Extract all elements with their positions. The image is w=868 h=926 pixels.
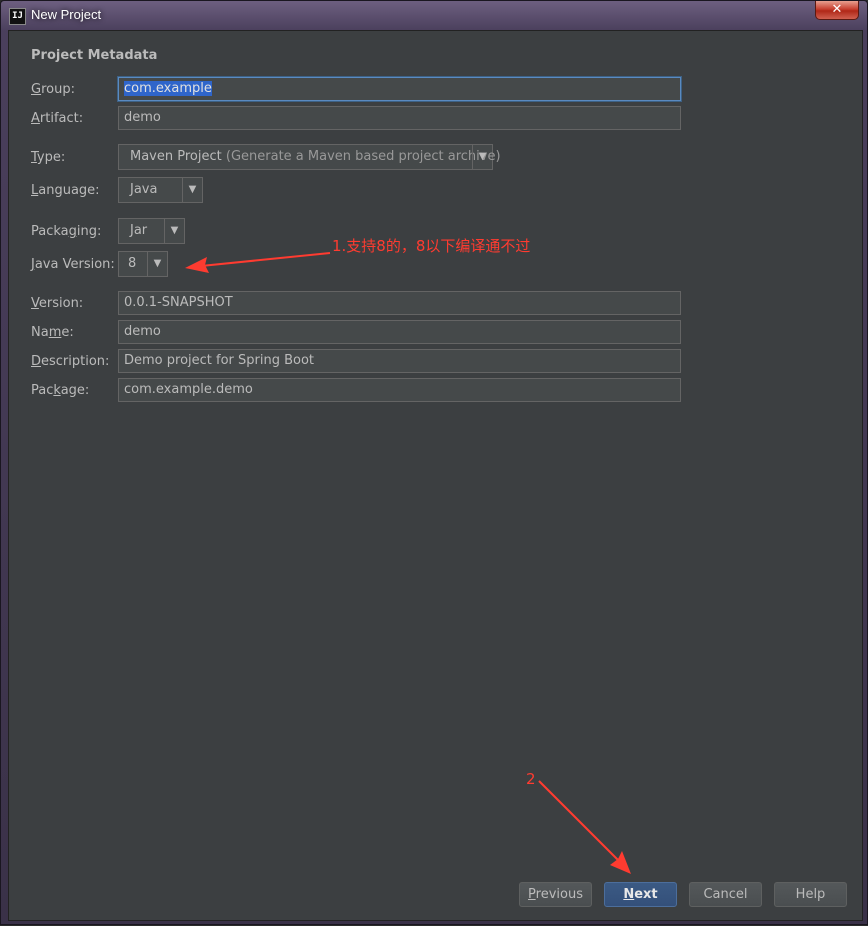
annotation-arrow-2: [538, 780, 622, 864]
new-project-window: IJ New Project ✕ Project Metadata Group:…: [0, 0, 868, 925]
annotation-arrows: [185, 252, 631, 874]
annotation-arrow-1: [200, 252, 331, 267]
